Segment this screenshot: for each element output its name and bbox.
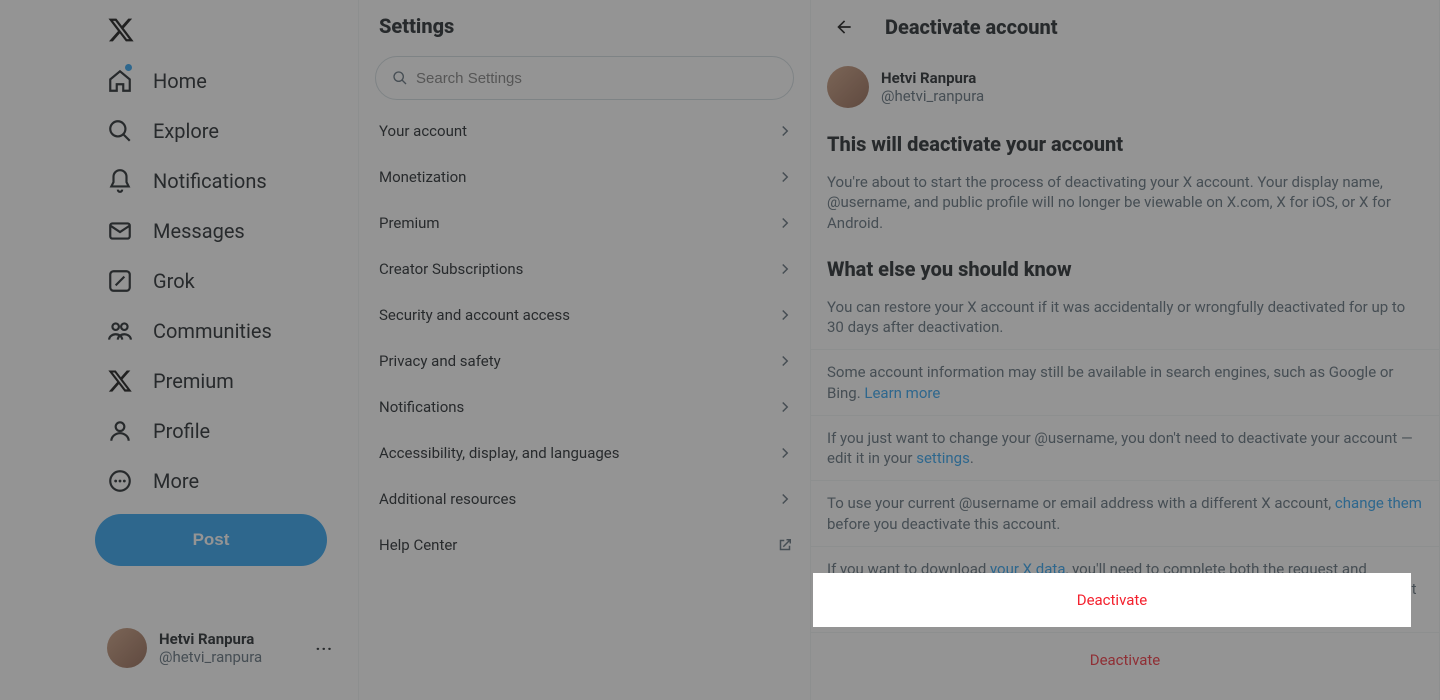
settings-item-label: Monetization	[379, 168, 466, 186]
settings-item-label: Accessibility, display, and languages	[379, 444, 619, 462]
search-input[interactable]	[416, 70, 777, 87]
settings-item[interactable]: Monetization	[359, 154, 810, 200]
info-text: before you deactivate this account.	[827, 515, 1060, 533]
account-switcher[interactable]: Hetvi Ranpura @hetvi_ranpura ···	[95, 616, 345, 680]
section-heading: This will deactivate your account	[811, 120, 1439, 168]
notification-dot	[125, 64, 132, 71]
chevron-right-icon	[776, 168, 794, 186]
settings-item-label: Premium	[379, 214, 440, 232]
nav-notifications[interactable]: Notifications	[95, 156, 358, 206]
settings-item-label: Security and account access	[379, 306, 570, 324]
settings-item[interactable]: Privacy and safety	[359, 338, 810, 384]
nav-explore[interactable]: Explore	[95, 106, 358, 156]
settings-link[interactable]: settings	[916, 449, 970, 467]
back-button[interactable]	[827, 10, 861, 44]
section-text: You're about to start the process of dea…	[811, 168, 1439, 245]
account-name: Hetvi Ranpura	[159, 630, 304, 648]
deactivate-button[interactable]: Deactivate	[811, 632, 1439, 687]
settings-item-label: Additional resources	[379, 490, 516, 508]
mail-icon	[107, 218, 133, 244]
nav-label: Premium	[153, 369, 234, 393]
settings-item[interactable]: Help Center	[359, 522, 810, 568]
settings-item[interactable]: Notifications	[359, 384, 810, 430]
settings-item[interactable]: Your account	[359, 108, 810, 154]
change-them-link[interactable]: change them	[1335, 494, 1422, 512]
info-text: To use your current @username or email a…	[827, 494, 1335, 512]
search-icon	[107, 118, 133, 144]
nav-label: Profile	[153, 419, 210, 443]
avatar	[827, 66, 869, 108]
chevron-right-icon	[776, 122, 794, 140]
account-text: Hetvi Ranpura @hetvi_ranpura	[159, 630, 304, 666]
settings-item[interactable]: Accessibility, display, and languages	[359, 430, 810, 476]
search-icon	[392, 70, 408, 86]
nav-label: Messages	[153, 219, 245, 243]
settings-column: Settings Your account Monetization Premium…	[358, 0, 810, 700]
nav-label: Grok	[153, 269, 195, 293]
detail-header: Deactivate account	[811, 0, 1439, 54]
ellipsis-icon: ···	[316, 639, 333, 658]
chevron-right-icon	[776, 214, 794, 232]
settings-item-label: Your account	[379, 122, 467, 140]
info-block: To use your current @username or email a…	[811, 480, 1439, 546]
user-text: Hetvi Ranpura @hetvi_ranpura	[881, 69, 984, 105]
settings-item[interactable]: Security and account access	[359, 292, 810, 338]
settings-item[interactable]: Premium	[359, 200, 810, 246]
arrow-left-icon	[834, 17, 854, 37]
nav-messages[interactable]: Messages	[95, 206, 358, 256]
nav-label: Explore	[153, 119, 219, 143]
nav-grok[interactable]: Grok	[95, 256, 358, 306]
settings-search[interactable]	[375, 56, 794, 100]
bell-icon	[107, 168, 133, 194]
section-heading: What else you should know	[811, 245, 1439, 293]
nav-label: More	[153, 469, 199, 493]
avatar	[107, 628, 147, 668]
nav-premium[interactable]: Premium	[95, 356, 358, 406]
settings-title: Settings	[359, 0, 810, 56]
communities-icon	[107, 318, 133, 344]
profile-icon	[107, 418, 133, 444]
nav-home[interactable]: Home	[95, 56, 358, 106]
chevron-right-icon	[776, 490, 794, 508]
settings-item[interactable]: Creator Subscriptions	[359, 246, 810, 292]
learn-more-link[interactable]: Learn more	[864, 384, 940, 402]
info-text: You can restore your X account if it was…	[811, 293, 1439, 350]
post-button[interactable]: Post	[95, 514, 327, 566]
nav-label: Home	[153, 69, 207, 93]
settings-item-label: Creator Subscriptions	[379, 260, 523, 278]
x-logo[interactable]	[95, 8, 145, 56]
chevron-right-icon	[776, 260, 794, 278]
info-text: If you just want to change your @usernam…	[827, 429, 1413, 467]
more-icon	[107, 468, 133, 494]
detail-title: Deactivate account	[885, 15, 1058, 39]
settings-item-label: Help Center	[379, 536, 457, 554]
settings-item[interactable]: Additional resources	[359, 476, 810, 522]
nav-more[interactable]: More	[95, 456, 358, 506]
nav-label: Notifications	[153, 169, 267, 193]
user-row[interactable]: Hetvi Ranpura @hetvi_ranpura	[811, 54, 1439, 120]
external-link-icon	[776, 536, 794, 554]
user-handle: @hetvi_ranpura	[881, 87, 984, 105]
settings-list: Your account Monetization Premium Creator S…	[359, 108, 810, 568]
info-block: If you just want to change your @usernam…	[811, 415, 1439, 481]
nav-label: Communities	[153, 319, 272, 343]
grok-icon	[107, 268, 133, 294]
chevron-right-icon	[776, 398, 794, 416]
deactivate-button-spotlight[interactable]: Deactivate	[813, 573, 1411, 627]
chevron-right-icon	[776, 444, 794, 462]
user-name: Hetvi Ranpura	[881, 69, 984, 87]
settings-item-label: Privacy and safety	[379, 352, 501, 370]
info-text: .	[970, 449, 974, 467]
nav-profile[interactable]: Profile	[95, 406, 358, 456]
chevron-right-icon	[776, 306, 794, 324]
x-icon	[107, 368, 133, 394]
settings-item-label: Notifications	[379, 398, 464, 416]
nav-communities[interactable]: Communities	[95, 306, 358, 356]
primary-nav: Home Explore Notifications Messages Grok…	[0, 0, 358, 700]
chevron-right-icon	[776, 352, 794, 370]
home-icon	[107, 68, 133, 94]
account-handle: @hetvi_ranpura	[159, 648, 304, 666]
info-block: Some account information may still be av…	[811, 349, 1439, 415]
